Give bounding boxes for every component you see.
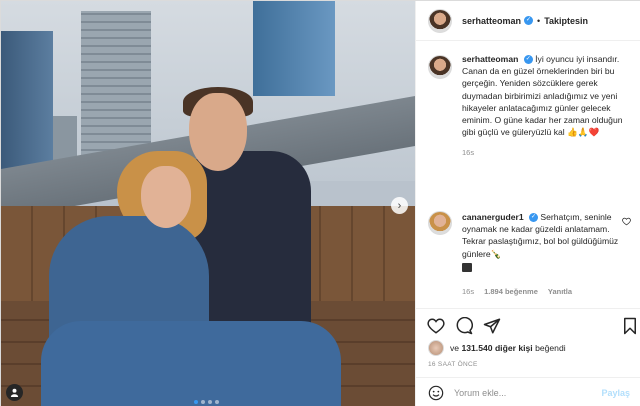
comment: cananerguder1 ✓ Serhatçım, seninle oynam…	[428, 211, 638, 273]
likes-prefix: ve	[450, 343, 460, 353]
posted-time[interactable]: 16 SAAT ÖNCE	[428, 361, 478, 368]
caption: serhatteoman ✓ İyi oyuncu iyi insandır. …	[428, 53, 633, 160]
action-bar	[416, 308, 640, 342]
carousel-dot-active	[194, 400, 198, 404]
following-button[interactable]: Takiptesin	[544, 16, 588, 26]
likes-count[interactable]: 131.540	[461, 343, 492, 353]
likes-summary: ve 131.540 diğer kişi beğendi	[428, 340, 566, 356]
jeans	[41, 321, 341, 406]
likes-suffix[interactable]: diğer kişi	[495, 343, 533, 353]
heart-icon	[427, 318, 445, 334]
next-photo-button[interactable]: ›	[391, 197, 408, 214]
bookmark-icon	[624, 317, 636, 335]
save-button[interactable]	[621, 317, 639, 335]
carousel-dot	[215, 400, 219, 404]
heart-icon	[622, 217, 631, 226]
carousel-dots	[194, 400, 219, 404]
add-comment-bar: Paylaş	[416, 377, 640, 406]
verified-badge-icon: ✓	[524, 16, 534, 25]
comment-body: cananerguder1 ✓ Serhatçım, seninle oynam…	[462, 211, 622, 273]
comment-meta: 16s 1.894 beğenme Yanıtla	[462, 287, 572, 296]
woman-head	[141, 166, 191, 228]
caption-body: serhatteoman ✓ İyi oyuncu iyi insandır. …	[462, 53, 633, 160]
avatar[interactable]	[428, 55, 452, 79]
like-button[interactable]	[427, 317, 445, 335]
caption-time[interactable]: 16s	[462, 147, 633, 159]
verified-badge-icon: ✓	[523, 55, 533, 65]
clapperboard-icon	[462, 263, 472, 273]
likes-verb: beğendi	[535, 343, 566, 353]
person-icon	[10, 388, 19, 397]
man-head	[189, 93, 247, 171]
header-username[interactable]: serhatteoman	[462, 16, 521, 26]
avatar[interactable]	[428, 211, 452, 235]
avatar[interactable]	[428, 8, 452, 33]
tagged-users-button[interactable]	[6, 384, 23, 401]
comment-time[interactable]: 16s	[462, 287, 474, 296]
caption-username[interactable]: serhatteoman	[462, 54, 518, 64]
post-header: serhatteoman ✓ • Takiptesin	[416, 1, 640, 41]
verified-badge-icon: ✓	[529, 213, 539, 223]
comment-input[interactable]	[454, 387, 594, 398]
carousel-dot	[201, 400, 205, 404]
post-details-panel: serhatteoman ✓ • Takiptesin serhatteoman…	[415, 1, 640, 406]
comment-like-button[interactable]	[622, 217, 631, 228]
comment-button[interactable]	[455, 317, 473, 335]
separator: •	[537, 15, 541, 26]
caption-text: İyi oyuncu iyi insandır. Canan da en güz…	[462, 54, 623, 138]
building	[1, 31, 53, 181]
emoji-icon[interactable]	[428, 385, 444, 401]
share-button[interactable]	[483, 317, 501, 335]
post-comment-button[interactable]: Paylaş	[601, 388, 630, 398]
share-icon	[483, 318, 501, 334]
avatar[interactable]	[428, 340, 444, 356]
carousel-dot	[208, 400, 212, 404]
post-modal: › serhatteoman ✓ • Takiptesin serhatteom…	[0, 0, 640, 406]
building	[253, 1, 335, 96]
reply-button[interactable]: Yanıtla	[548, 287, 572, 296]
comment-username[interactable]: cananerguder1	[462, 212, 524, 222]
chevron-right-icon: ›	[397, 199, 402, 212]
comment-icon	[456, 317, 473, 335]
post-photo[interactable]: ›	[1, 1, 415, 406]
comment-likes[interactable]: 1.894 beğenme	[484, 287, 538, 296]
